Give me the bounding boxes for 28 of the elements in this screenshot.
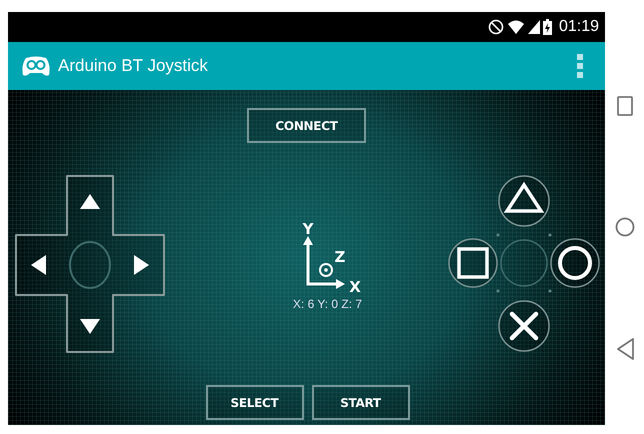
up-arrow-icon[interactable] bbox=[80, 194, 100, 209]
recents-icon[interactable] bbox=[616, 96, 632, 116]
circle-button[interactable] bbox=[550, 238, 600, 288]
battery-icon bbox=[542, 19, 552, 35]
axis-label: Z bbox=[334, 248, 345, 266]
face-center bbox=[500, 239, 548, 287]
connect-button[interactable]: CONNECT bbox=[247, 108, 366, 143]
right-arrow-icon[interactable] bbox=[134, 255, 149, 275]
axes-icon bbox=[302, 236, 344, 288]
clock: 01:19 bbox=[558, 18, 599, 36]
wifi-icon bbox=[506, 19, 525, 35]
blocked-icon bbox=[488, 19, 504, 35]
app-title: Arduino BT Joystick bbox=[58, 56, 209, 76]
cross-button[interactable] bbox=[498, 300, 550, 352]
gamepad-logo-icon bbox=[21, 55, 51, 77]
down-arrow-icon[interactable] bbox=[80, 319, 100, 334]
joystick-button[interactable]: SELECT bbox=[206, 385, 304, 420]
axis-label: X bbox=[348, 278, 360, 296]
joystick-button[interactable]: START bbox=[312, 385, 410, 420]
triangle-button[interactable] bbox=[498, 175, 550, 227]
signal-icon bbox=[528, 19, 540, 35]
axis-reading: X: 6 Y: 0 Z: 7 bbox=[292, 296, 362, 310]
back-icon[interactable] bbox=[616, 338, 634, 360]
axis-label: Y bbox=[302, 220, 313, 238]
home-icon[interactable] bbox=[614, 217, 634, 237]
square-button[interactable] bbox=[448, 238, 498, 288]
left-arrow-icon[interactable] bbox=[31, 255, 46, 275]
dpad-center[interactable] bbox=[69, 241, 111, 289]
